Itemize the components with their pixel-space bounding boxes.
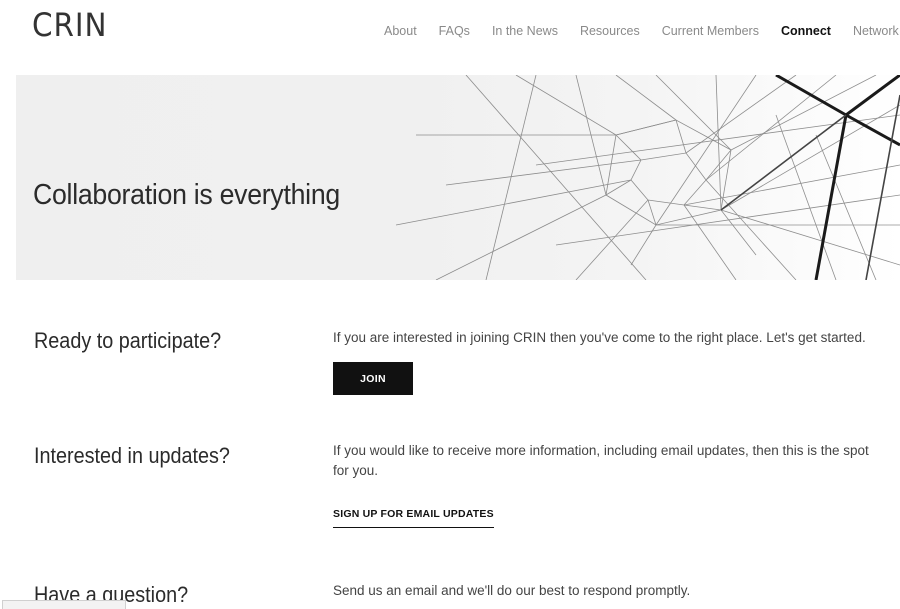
join-button[interactable]: JOIN bbox=[333, 362, 413, 395]
nav-connect[interactable]: Connect bbox=[781, 24, 831, 38]
nav-current-members[interactable]: Current Members bbox=[662, 24, 759, 38]
participate-text: If you are interested in joining CRIN th… bbox=[333, 330, 866, 345]
updates-text: If you would like to receive more inform… bbox=[333, 443, 869, 478]
page: CRIN About FAQs In the News Resources Cu… bbox=[0, 0, 900, 609]
question-text: Send us an email and we'll do our best t… bbox=[333, 583, 691, 598]
site-logo[interactable]: CRIN bbox=[32, 6, 107, 44]
nav-network-event[interactable]: Network Event bbox=[853, 24, 900, 38]
hero-banner: Collaboration is everything bbox=[16, 75, 900, 280]
hero-title: Collaboration is everything bbox=[33, 179, 340, 211]
nav-in-the-news[interactable]: In the News bbox=[492, 24, 558, 38]
main-nav: About FAQs In the News Resources Current… bbox=[384, 24, 900, 38]
updates-heading: Interested in updates? bbox=[34, 443, 230, 468]
nav-resources[interactable]: Resources bbox=[580, 24, 640, 38]
email-updates-link[interactable]: SIGN UP FOR EMAIL UPDATES bbox=[333, 508, 494, 528]
browser-status-bar bbox=[2, 600, 126, 609]
nav-faqs[interactable]: FAQs bbox=[439, 24, 470, 38]
nav-about[interactable]: About bbox=[384, 24, 417, 38]
participate-heading: Ready to participate? bbox=[34, 328, 222, 353]
site-header: CRIN About FAQs In the News Resources Cu… bbox=[0, 0, 900, 70]
network-lines-image bbox=[395, 75, 900, 280]
